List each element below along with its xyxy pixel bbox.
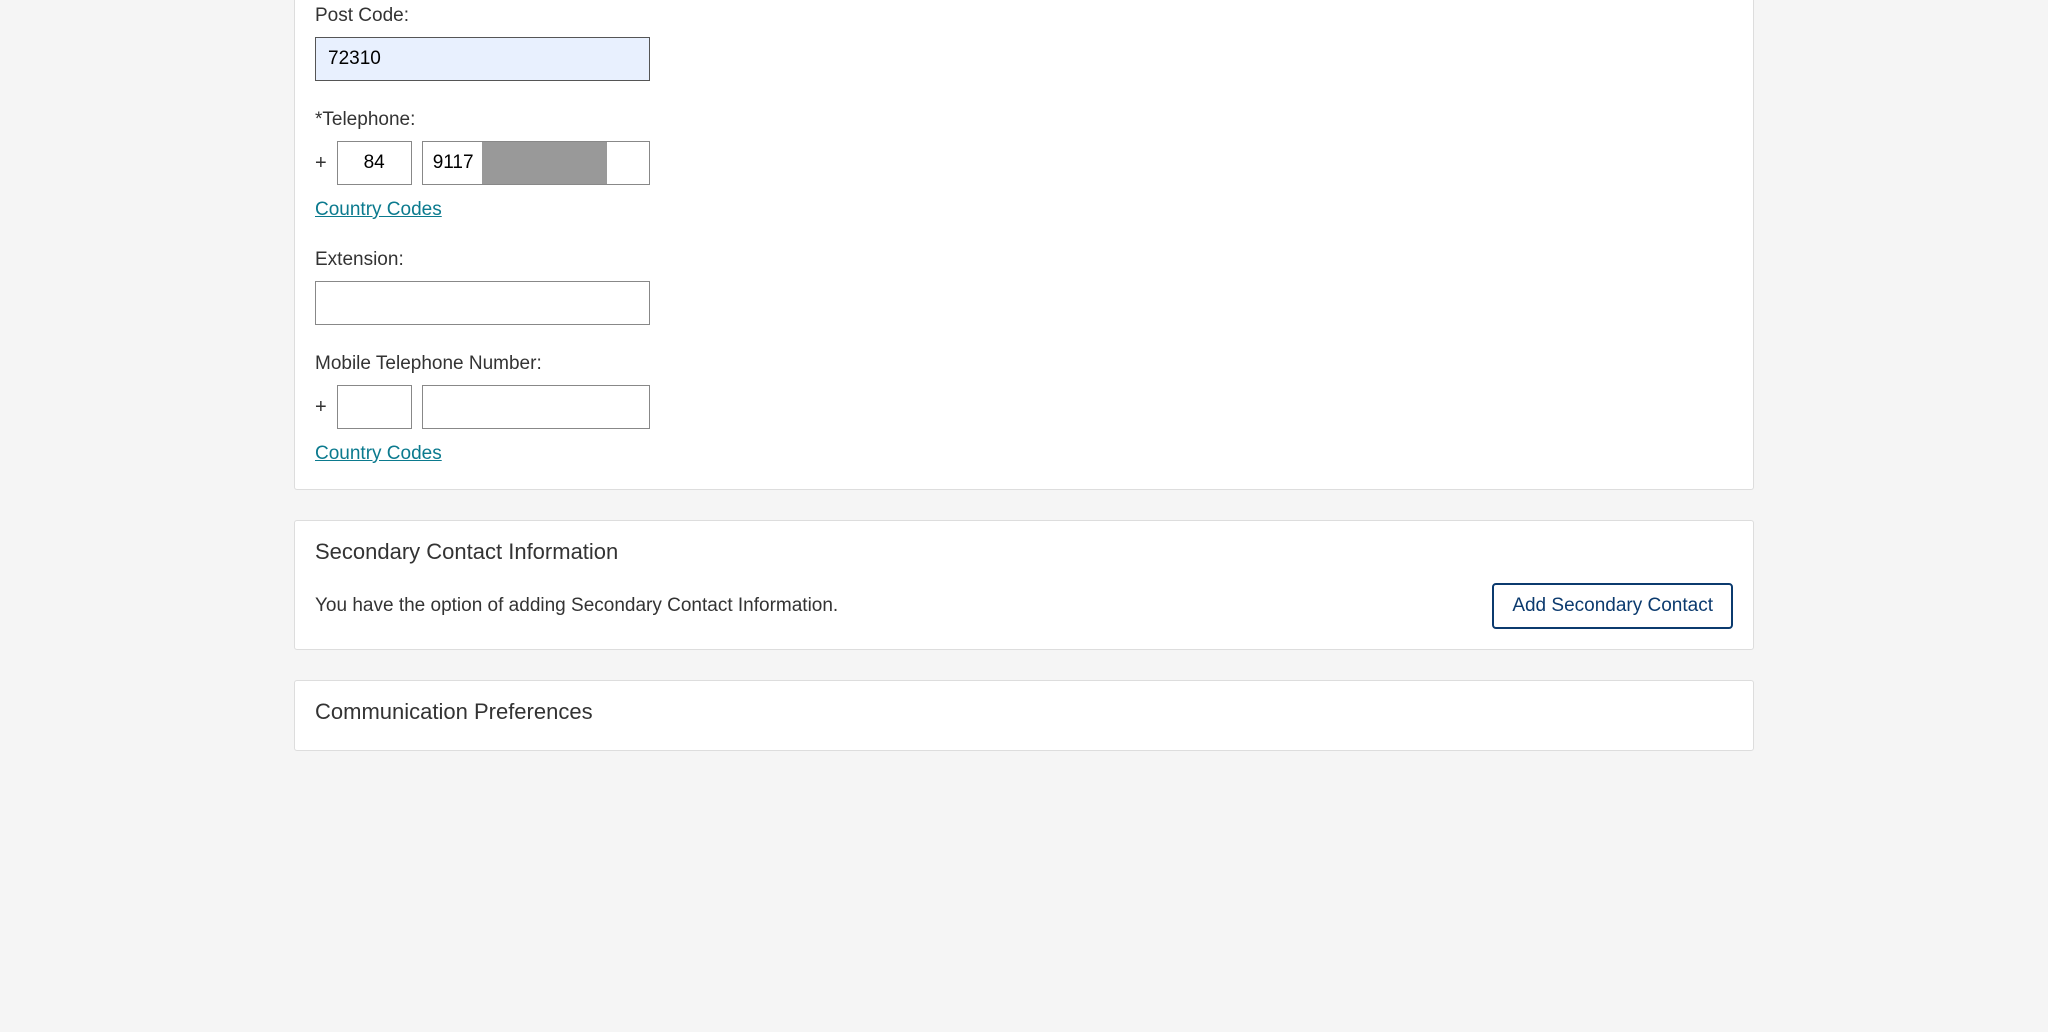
postcode-group: Post Code: [315, 5, 1733, 81]
communication-preferences-card: Communication Preferences [294, 680, 1754, 751]
mobile-label: Mobile Telephone Number: [315, 353, 1733, 375]
primary-contact-card: Post Code: *Telephone: + Country Codes E… [294, 0, 1754, 490]
telephone-number-input[interactable] [422, 141, 650, 185]
extension-group: Extension: [315, 249, 1733, 325]
telephone-country-code-input[interactable] [337, 141, 412, 185]
plus-icon: + [315, 152, 327, 175]
telephone-label: *Telephone: [315, 109, 1733, 131]
postcode-input[interactable] [315, 37, 650, 81]
secondary-heading: Secondary Contact Information [315, 539, 1733, 565]
mobile-group: Mobile Telephone Number: + Country Codes [315, 353, 1733, 465]
comms-heading: Communication Preferences [315, 699, 1733, 725]
mobile-country-codes-link[interactable]: Country Codes [315, 443, 442, 465]
secondary-description: You have the option of adding Secondary … [315, 595, 838, 617]
telephone-group: *Telephone: + Country Codes [315, 109, 1733, 221]
plus-icon: + [315, 396, 327, 419]
extension-input[interactable] [315, 281, 650, 325]
mobile-row: + [315, 385, 1733, 429]
telephone-country-codes-link[interactable]: Country Codes [315, 199, 442, 221]
secondary-contact-card: Secondary Contact Information You have t… [294, 520, 1754, 650]
mobile-number-input[interactable] [422, 385, 650, 429]
mobile-country-code-input[interactable] [337, 385, 412, 429]
extension-label: Extension: [315, 249, 1733, 271]
postcode-label: Post Code: [315, 5, 1733, 27]
secondary-row: You have the option of adding Secondary … [315, 583, 1733, 629]
telephone-row: + [315, 141, 1733, 185]
add-secondary-contact-button[interactable]: Add Secondary Contact [1492, 583, 1733, 629]
